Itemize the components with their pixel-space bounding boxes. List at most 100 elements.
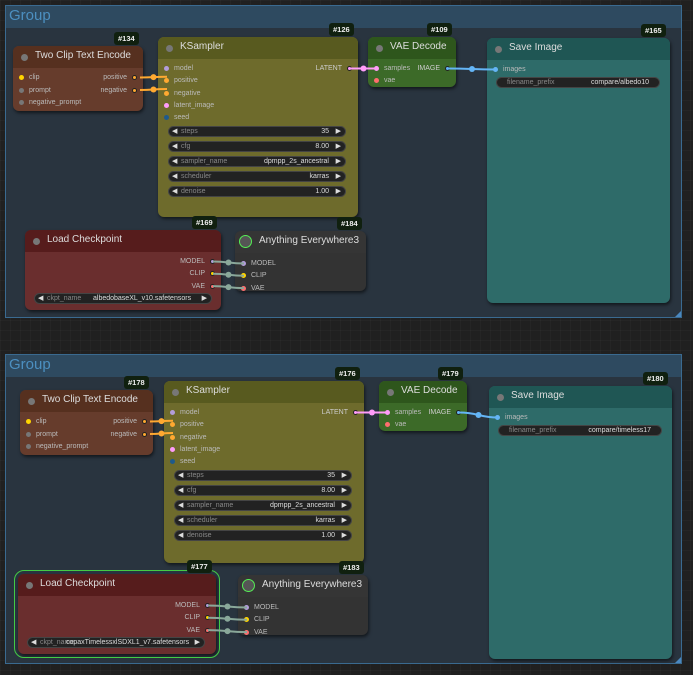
two-clip-text-encode-node[interactable]: Two Clip Text Encode clip prompt negative_p… <box>13 46 143 111</box>
anything-everywhere-node[interactable]: Anything Everywhere3 MODEL CLIP VAE <box>238 575 368 637</box>
node-header[interactable]: Save Image <box>487 38 670 60</box>
slot-dot-icon[interactable] <box>170 434 175 440</box>
input-slot[interactable]: VAE <box>241 284 265 293</box>
decrement-arrow-icon[interactable]: ◀ <box>178 531 183 540</box>
increment-arrow-icon[interactable]: ▶ <box>202 294 207 303</box>
images-input-slot[interactable]: images <box>493 65 526 74</box>
input-slot[interactable]: VAE <box>244 628 268 637</box>
increment-arrow-icon[interactable]: ▶ <box>342 531 347 540</box>
collapse-dot-icon[interactable] <box>387 389 394 396</box>
slot-dot-icon[interactable] <box>353 410 358 415</box>
input-slot[interactable]: CLIP <box>244 615 270 624</box>
node-header[interactable]: Load Checkpoint <box>18 574 216 596</box>
slot-dot-icon[interactable] <box>374 66 379 71</box>
increment-arrow-icon[interactable]: ▶ <box>336 157 341 166</box>
widget-cfg[interactable]: ◀ ▶ cfg 8.00 <box>174 485 352 496</box>
input-slot[interactable]: vae <box>374 76 395 85</box>
output-slot[interactable]: negative <box>111 430 147 439</box>
slot-dot-icon[interactable] <box>19 100 24 105</box>
output-slot[interactable]: MODEL <box>175 601 210 610</box>
increment-arrow-icon[interactable]: ▶ <box>342 501 347 510</box>
collapse-dot-icon[interactable] <box>495 46 502 53</box>
slot-dot-icon[interactable] <box>244 605 249 610</box>
widget-sampler-name[interactable]: ◀ ▶ sampler_name dpmpp_2s_ancestral <box>174 500 352 511</box>
output-slot[interactable]: negative <box>101 86 137 95</box>
slot-dot-icon[interactable] <box>210 283 215 289</box>
node-header[interactable]: Two Clip Text Encode <box>13 46 143 68</box>
slot-dot-icon[interactable] <box>132 75 137 80</box>
output-slot[interactable]: VAE <box>187 626 210 635</box>
slot-dot-icon[interactable] <box>385 410 390 415</box>
collapse-dot-icon[interactable] <box>21 54 28 61</box>
decrement-arrow-icon[interactable]: ◀ <box>178 501 183 510</box>
link-midpoint-icon[interactable] <box>225 259 232 266</box>
resize-handle-icon[interactable] <box>675 311 681 317</box>
slot-dot-icon[interactable] <box>142 431 147 437</box>
node-header[interactable]: Two Clip Text Encode <box>20 390 153 412</box>
node-header[interactable]: KSampler <box>164 381 364 403</box>
anything-everywhere-node[interactable]: Anything Everywhere3 MODEL CLIP VAE <box>235 231 366 293</box>
input-slot[interactable]: clip <box>26 417 47 426</box>
output-slot[interactable]: positive <box>113 417 147 426</box>
ckpt-name-selector[interactable]: ◀ ▶ ckpt_name copaxTimelessxlSDXL1_v7.safet… <box>27 637 205 648</box>
slot-dot-icon[interactable] <box>347 66 352 71</box>
slot-dot-icon[interactable] <box>385 422 390 427</box>
input-slot[interactable]: negative_prompt <box>26 442 88 451</box>
vae-decode-node[interactable]: VAE Decode samples vae IMAGE <box>379 381 467 431</box>
node-group[interactable]: Group Two Clip Text Encode clip prompt negat… <box>5 354 682 664</box>
widget-steps[interactable]: ◀ ▶ steps 35 <box>174 470 352 481</box>
slot-dot-icon[interactable] <box>142 419 147 424</box>
link-midpoint-icon[interactable] <box>475 412 482 418</box>
slot-dot-icon[interactable] <box>493 67 498 72</box>
slot-dot-icon[interactable] <box>241 273 246 279</box>
decrement-arrow-icon[interactable]: ◀ <box>172 187 177 196</box>
increment-arrow-icon[interactable]: ▶ <box>336 142 341 151</box>
load-checkpoint-node[interactable]: Load Checkpoint MODEL CLIP VAE ◀ ▶ ckpt_name al… <box>25 230 221 310</box>
increment-arrow-icon[interactable]: ▶ <box>195 638 200 647</box>
input-slot[interactable]: negative <box>164 89 200 98</box>
decrement-arrow-icon[interactable]: ◀ <box>38 294 43 303</box>
slot-dot-icon[interactable] <box>456 410 461 415</box>
input-slot[interactable]: seed <box>164 113 189 122</box>
input-slot[interactable]: vae <box>385 420 406 429</box>
link-midpoint-icon[interactable] <box>225 284 232 291</box>
slot-dot-icon[interactable] <box>244 617 249 623</box>
link-midpoint-icon[interactable] <box>360 65 367 72</box>
two-clip-text-encode-node[interactable]: Two Clip Text Encode clip prompt negative_p… <box>20 390 153 455</box>
link-midpoint-icon[interactable] <box>224 603 231 610</box>
decrement-arrow-icon[interactable]: ◀ <box>178 471 183 480</box>
output-slot[interactable]: positive <box>103 73 137 82</box>
latent-output-slot[interactable]: LATENT <box>322 408 358 417</box>
slot-dot-icon[interactable] <box>495 415 500 420</box>
input-slot[interactable]: latent_image <box>164 101 214 110</box>
slot-dot-icon[interactable] <box>244 629 249 635</box>
node-header[interactable]: VAE Decode <box>379 381 467 403</box>
input-slot[interactable]: negative_prompt <box>19 98 81 107</box>
slot-dot-icon[interactable] <box>205 627 210 633</box>
save-image-node[interactable]: Save Image images filename_prefix compare/a… <box>487 38 670 303</box>
slot-dot-icon[interactable] <box>26 444 31 449</box>
slot-dot-icon[interactable] <box>170 446 175 452</box>
slot-dot-icon[interactable] <box>445 66 450 71</box>
node-group[interactable]: Group Two Clip Text Encode clip prompt negat… <box>5 5 682 318</box>
image-output-slot[interactable]: IMAGE <box>417 64 450 73</box>
widget-sampler-name[interactable]: ◀ ▶ sampler_name dpmpp_2s_ancestral <box>168 156 346 167</box>
widget-denoise[interactable]: ◀ ▶ denoise 1.00 <box>168 186 346 197</box>
ksampler-node[interactable]: KSampler model positive negative latent_imag… <box>158 37 358 217</box>
ckpt-name-selector[interactable]: ◀ ▶ ckpt_name albedobaseXL_v10.safetensors <box>34 293 212 304</box>
filename-prefix-field[interactable]: filename_prefix compare/albedo10 <box>496 77 660 88</box>
input-slot[interactable]: prompt <box>26 430 58 439</box>
input-slot[interactable]: positive <box>170 420 204 429</box>
output-slot[interactable]: VAE <box>192 282 215 291</box>
input-slot[interactable]: samples <box>385 408 421 417</box>
slot-dot-icon[interactable] <box>19 75 24 80</box>
widget-scheduler[interactable]: ◀ ▶ scheduler karras <box>174 515 352 526</box>
link-midpoint-icon[interactable] <box>224 628 231 635</box>
slot-dot-icon[interactable] <box>170 422 175 428</box>
input-slot[interactable]: MODEL <box>241 259 276 268</box>
ksampler-node[interactable]: KSampler model positive negative latent_imag… <box>164 381 364 563</box>
slot-dot-icon[interactable] <box>164 102 169 108</box>
decrement-arrow-icon[interactable]: ◀ <box>172 157 177 166</box>
slot-dot-icon[interactable] <box>205 615 210 621</box>
graph-canvas[interactable]: Group Two Clip Text Encode clip prompt negat… <box>0 0 693 675</box>
